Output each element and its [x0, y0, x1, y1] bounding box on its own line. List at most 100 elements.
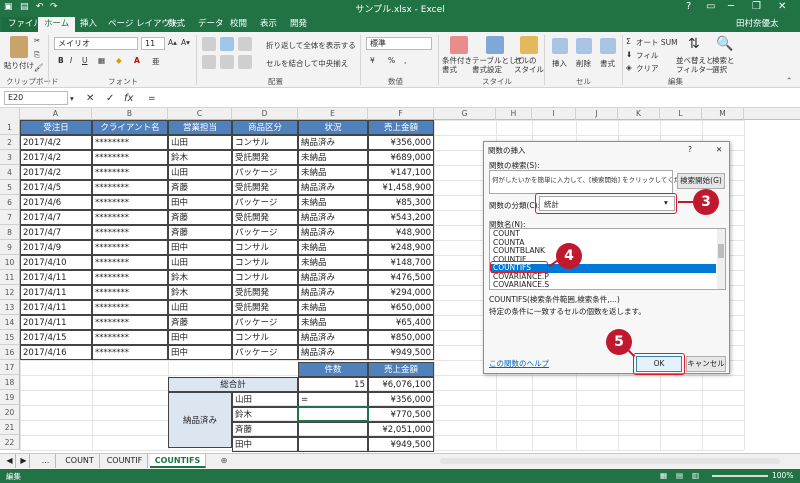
column-header[interactable]: H [496, 108, 532, 120]
sheet-tab-countif[interactable]: COUNTIF [102, 454, 148, 468]
delete-cells-button[interactable]: 削除 [576, 58, 591, 69]
function-item[interactable]: COVARIANCE.S [491, 281, 716, 290]
table-cell[interactable]: 2017/4/11 [20, 285, 92, 300]
font-color-button[interactable]: A [134, 56, 140, 65]
table-cell[interactable]: 未納品 [298, 315, 368, 330]
table-cell[interactable]: 2017/4/11 [20, 270, 92, 285]
table-cell[interactable]: パッケージ [232, 225, 298, 240]
row-header[interactable]: 4 [0, 165, 20, 180]
table-cell[interactable]: ******** [92, 195, 168, 210]
find-select-button[interactable]: 検索と 選択 [712, 56, 735, 74]
tab-home[interactable]: ホーム [38, 17, 76, 32]
table-cell[interactable]: 2017/4/7 [20, 210, 92, 225]
table-cell[interactable]: ******** [92, 285, 168, 300]
column-header[interactable]: G [434, 108, 496, 120]
minimize-button[interactable]: ─ [728, 1, 734, 12]
select-all-corner[interactable] [0, 108, 20, 120]
table-cell[interactable]: 納品済み [298, 345, 368, 360]
table-cell[interactable]: コンサル [232, 135, 298, 150]
row-header[interactable]: 11 [0, 270, 20, 285]
cancel-formula-icon[interactable]: ✕ [86, 93, 94, 104]
align-middle-icon[interactable] [220, 37, 234, 51]
summary-person[interactable]: 斉藤 [232, 422, 298, 437]
fill-color-icon[interactable]: ◆ [116, 56, 122, 65]
table-cell[interactable]: ******** [92, 210, 168, 225]
align-top-icon[interactable] [202, 37, 216, 51]
page-layout-view-icon[interactable]: ▤ [676, 471, 683, 480]
table-cell[interactable]: ¥85,300 [368, 195, 434, 210]
format-cells-icon[interactable] [600, 38, 616, 54]
ribbon-display-icon[interactable]: ▭ [706, 1, 715, 12]
summary-person[interactable]: 田中 [232, 437, 298, 452]
table-cell[interactable]: 2017/4/10 [20, 255, 92, 270]
column-header[interactable]: A [20, 108, 92, 120]
table-cell[interactable]: コンサル [232, 255, 298, 270]
table-cell[interactable]: 山田 [168, 135, 232, 150]
table-cell[interactable]: 納品済み [298, 135, 368, 150]
summary-header-count[interactable]: 件数 [298, 362, 368, 377]
table-cell[interactable]: 納品済み [298, 270, 368, 285]
table-cell[interactable]: ¥48,900 [368, 225, 434, 240]
italic-button[interactable]: I [70, 56, 72, 65]
table-cell[interactable]: 2017/4/11 [20, 315, 92, 330]
total-count[interactable]: 15 [298, 377, 368, 392]
column-header[interactable]: J [576, 108, 618, 120]
restore-button[interactable]: ❐ [752, 1, 761, 12]
row-header[interactable]: 18 [0, 375, 20, 390]
column-header[interactable]: B [92, 108, 168, 120]
align-right-icon[interactable] [238, 55, 252, 69]
table-cell[interactable]: ******** [92, 150, 168, 165]
table-cell[interactable]: ¥650,000 [368, 300, 434, 315]
row-header[interactable]: 10 [0, 255, 20, 270]
summary-person[interactable]: 鈴木 [232, 407, 298, 422]
function-list-scrollbar[interactable] [717, 229, 725, 289]
column-header[interactable]: L [660, 108, 702, 120]
table-cell[interactable]: 2017/4/11 [20, 300, 92, 315]
page-break-view-icon[interactable]: ▥ [692, 471, 699, 480]
insert-function-icon[interactable]: fx [124, 93, 133, 104]
table-cell[interactable]: 2017/4/15 [20, 330, 92, 345]
table-cell[interactable]: 納品済み [298, 180, 368, 195]
autosum-icon[interactable]: Σ [626, 37, 631, 46]
row-header[interactable]: 6 [0, 195, 20, 210]
table-cell[interactable]: パッケージ [232, 165, 298, 180]
table-cell[interactable]: 斉藤 [168, 180, 232, 195]
insert-cells-button[interactable]: 挿入 [552, 58, 567, 69]
table-cell[interactable]: 2017/4/5 [20, 180, 92, 195]
summary-sales[interactable]: ¥356,000 [368, 392, 434, 407]
search-start-button[interactable]: 検索開始(G) [677, 173, 725, 189]
table-cell[interactable]: コンサル [232, 330, 298, 345]
comma-button[interactable]: , [404, 56, 406, 65]
scrollbar-thumb[interactable] [718, 244, 724, 258]
tab-view[interactable]: 表示 [254, 17, 283, 32]
fill-icon[interactable]: ⬇ [626, 50, 632, 59]
formula-input[interactable]: = [148, 94, 156, 104]
horizontal-scrollbar[interactable] [440, 458, 780, 464]
table-header[interactable]: 売上金額 [368, 120, 434, 135]
table-cell[interactable]: 斉藤 [168, 210, 232, 225]
table-header[interactable]: 商品区分 [232, 120, 298, 135]
row-header[interactable]: 3 [0, 150, 20, 165]
format-painter-icon[interactable]: 🖌 [34, 63, 44, 72]
column-header[interactable]: F [368, 108, 434, 120]
sheet-nav-next[interactable]: ▶ [18, 454, 30, 468]
insert-cells-icon[interactable] [552, 38, 568, 54]
table-cell[interactable]: ******** [92, 300, 168, 315]
sheet-nav-prev[interactable]: ◀ [4, 454, 16, 468]
align-center-icon[interactable] [220, 55, 234, 69]
row-header[interactable]: 8 [0, 225, 20, 240]
clear-icon[interactable]: ◈ [626, 63, 632, 72]
table-header[interactable]: クライアント名 [92, 120, 168, 135]
grow-font-button[interactable]: A▴ [168, 38, 177, 47]
table-cell[interactable]: 受託開発 [232, 285, 298, 300]
dialog-close-button[interactable]: ✕ [716, 145, 722, 154]
sort-filter-icon[interactable]: ⇅ [688, 36, 700, 52]
group-label[interactable]: 納品済み [168, 392, 232, 448]
user-name[interactable]: 田村奈優太 [730, 17, 785, 32]
wrap-text-button[interactable]: 折り返して全体を表示する [266, 40, 356, 51]
dialog-help-button[interactable]: ? [688, 145, 692, 154]
row-header[interactable]: 15 [0, 330, 20, 345]
zoom-level[interactable]: 100% [772, 471, 793, 480]
table-cell[interactable]: 田中 [168, 345, 232, 360]
summary-person[interactable]: 山田 [232, 392, 298, 407]
